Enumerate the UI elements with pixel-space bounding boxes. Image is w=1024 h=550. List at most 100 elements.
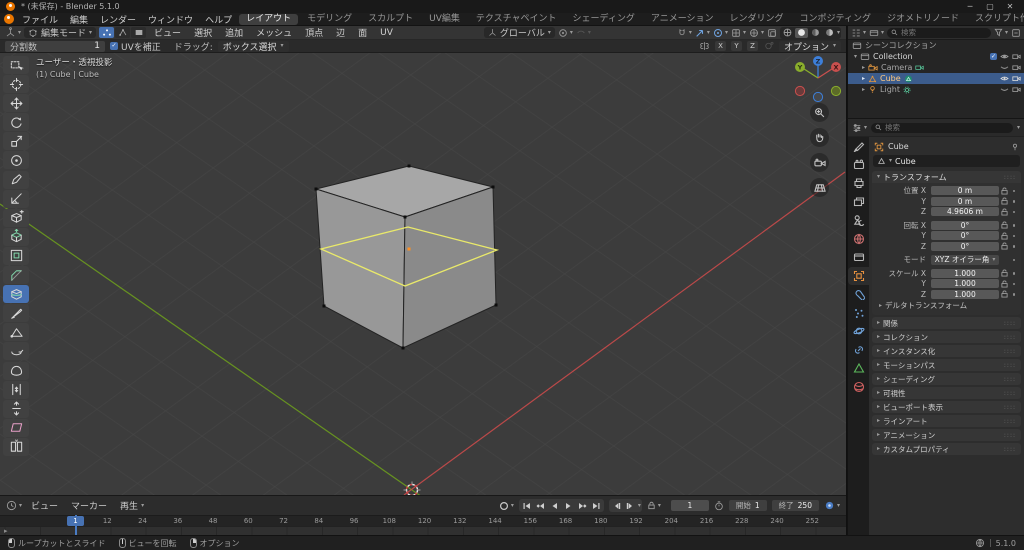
outliner-row-scene-collection[interactable]: シーンコレクション [848,40,1024,51]
channel-expand-icon[interactable]: ▸ [4,527,8,535]
mirror-x-button[interactable]: X [714,41,726,51]
outliner-row-cube[interactable]: ▸ Cube [848,73,1024,84]
lock-icon[interactable] [999,208,1010,216]
timeline-menu-playback[interactable]: 再生 ▾ [116,499,144,512]
properties-tab-tool[interactable] [848,137,869,156]
toggle-perspective-button[interactable] [810,178,829,197]
properties-tab-collection[interactable] [848,248,869,267]
rotation-z-field[interactable]: 0° [931,241,999,251]
animate-dot[interactable] [1010,272,1018,275]
outliner-options-icon[interactable] [1011,28,1021,38]
tool-annotate-button[interactable] [3,170,29,189]
step-forward-button[interactable] [624,500,637,511]
pin-icon[interactable] [1011,143,1019,151]
tool-bevel-button[interactable] [3,266,29,285]
panel-menu-dots[interactable]: :::: [1004,174,1016,181]
tool-cursor-button[interactable] [3,75,29,94]
menu-window[interactable]: ウィンドウ [142,13,199,26]
transform-orientation-dropdown[interactable]: グローバル ▾ [483,27,555,39]
pan-button[interactable] [810,128,829,147]
workspace-tab-layout[interactable]: レイアウト [239,13,299,25]
keying-popover-button[interactable]: ▾ [824,500,840,511]
outliner-search-input[interactable] [901,28,987,37]
panel-custom-properties[interactable]: ▸ カスタムプロパティ:::: [872,443,1021,455]
tool-extrude-region-button[interactable] [3,227,29,246]
lock-icon[interactable] [999,197,1010,205]
viewport-menu-face[interactable]: 面 [353,26,372,39]
properties-tab-world[interactable] [848,230,869,249]
tool-shrink-fatten-button[interactable] [3,399,29,418]
gizmo-neg-y-axis[interactable] [830,85,842,97]
next-keyframe-button[interactable] [576,500,589,511]
properties-tab-view-layer[interactable] [848,193,869,212]
lock-icon[interactable] [999,290,1010,298]
lock-button[interactable]: ▾ [647,501,661,510]
panel-shading[interactable]: ▸ シェーディング:::: [872,373,1021,385]
lock-icon[interactable] [999,269,1010,277]
camera-restrict-icon[interactable] [1012,86,1021,93]
app-menu-icon[interactable] [4,14,14,24]
camera-view-button[interactable] [810,153,829,172]
panel-viewport-display[interactable]: ▸ ビューポート表示:::: [872,401,1021,413]
animate-dot[interactable] [1010,200,1018,203]
properties-tab-object[interactable] [848,266,869,285]
lock-icon[interactable] [999,242,1010,250]
workspace-tab-sculpting[interactable]: スカルプト [361,14,420,25]
correct-uv-checkbox[interactable]: ✓ UVを補正 [110,40,161,53]
navigation-gizmo[interactable]: Z Y X [791,55,845,105]
tool-smooth-button[interactable] [3,361,29,380]
previous-keyframe-button[interactable] [534,500,547,511]
timeline-ruler[interactable]: 12 24 36 48 60 72 84 96 108 120 132 144 156 168 180 192… [0,515,846,526]
lock-icon[interactable] [999,221,1010,229]
viewport-menu-view[interactable]: ビュー [149,26,186,39]
camera-restrict-icon[interactable] [1012,53,1021,60]
tool-rip-region-button[interactable] [3,437,29,456]
menu-help[interactable]: ヘルプ [199,13,238,26]
zoom-button[interactable] [810,103,829,122]
tool-measure-button[interactable] [3,189,29,208]
properties-editor-type-button[interactable]: ▾ [852,123,867,133]
properties-search[interactable] [871,122,1013,133]
outliner-display-mode-button[interactable]: ▾ [869,28,884,38]
snap-target-dropdown[interactable]: ▾ [695,28,710,38]
maximize-button[interactable]: ▢ [982,0,998,13]
workspace-tab-geometry-nodes[interactable]: ジオメトリノード [880,14,966,25]
editor-type-button[interactable]: ▾ [5,27,21,38]
rotation-y-field[interactable]: 0° [931,231,999,241]
frame-end-field[interactable]: 終了 250 [771,500,819,511]
expand-icon[interactable]: ▸ [862,86,865,93]
workspace-tab-rendering[interactable]: レンダリング [723,14,791,25]
shading-rendered-button[interactable] [823,28,836,38]
tool-poly-build-button[interactable] [3,323,29,342]
timeline-menu-view[interactable]: ビュー [27,499,62,512]
rotation-mode-dropdown[interactable]: XYZ オイラー角 ▾ [931,255,999,265]
shading-solid-button[interactable] [794,27,808,38]
viewport-menu-edge[interactable]: 辺 [331,26,350,39]
pivot-point-dropdown[interactable]: ▾ [558,28,573,38]
scale-y-field[interactable]: 1.000 [931,279,999,289]
minimize-button[interactable]: ─ [962,0,978,13]
animate-dot[interactable] [1010,224,1018,227]
tool-knife-button[interactable] [3,304,29,323]
eye-closed-icon[interactable] [1000,86,1009,93]
tool-spin-button[interactable] [3,342,29,361]
tool-select-box-button[interactable] [3,56,29,74]
gizmos-dropdown[interactable]: ▾ [731,28,746,38]
location-x-field[interactable]: 0 m [931,186,999,196]
outliner-filter-button[interactable]: ▾ [994,28,1008,37]
mode-dropdown[interactable]: 編集モード ▾ [24,27,97,39]
viewport-menu-vertex[interactable]: 頂点 [300,26,328,39]
properties-tab-modifiers[interactable] [848,285,869,304]
select-mode-face-button[interactable] [131,27,147,38]
frame-start-field[interactable]: 開始 1 [728,500,767,511]
cube-object[interactable] [314,164,500,350]
close-button[interactable]: ✕ [1002,0,1018,13]
properties-tab-material[interactable] [848,378,869,397]
camera-restrict-icon[interactable] [1012,64,1021,71]
transform-options-icon[interactable]: ▾ [576,28,591,38]
animate-dot[interactable] [1010,258,1018,261]
expand-icon[interactable]: ▸ [862,75,865,82]
properties-tab-particles[interactable] [848,304,869,323]
expand-icon[interactable]: ▸ [862,64,865,71]
proportional-editing-button[interactable]: ▾ [713,28,728,38]
